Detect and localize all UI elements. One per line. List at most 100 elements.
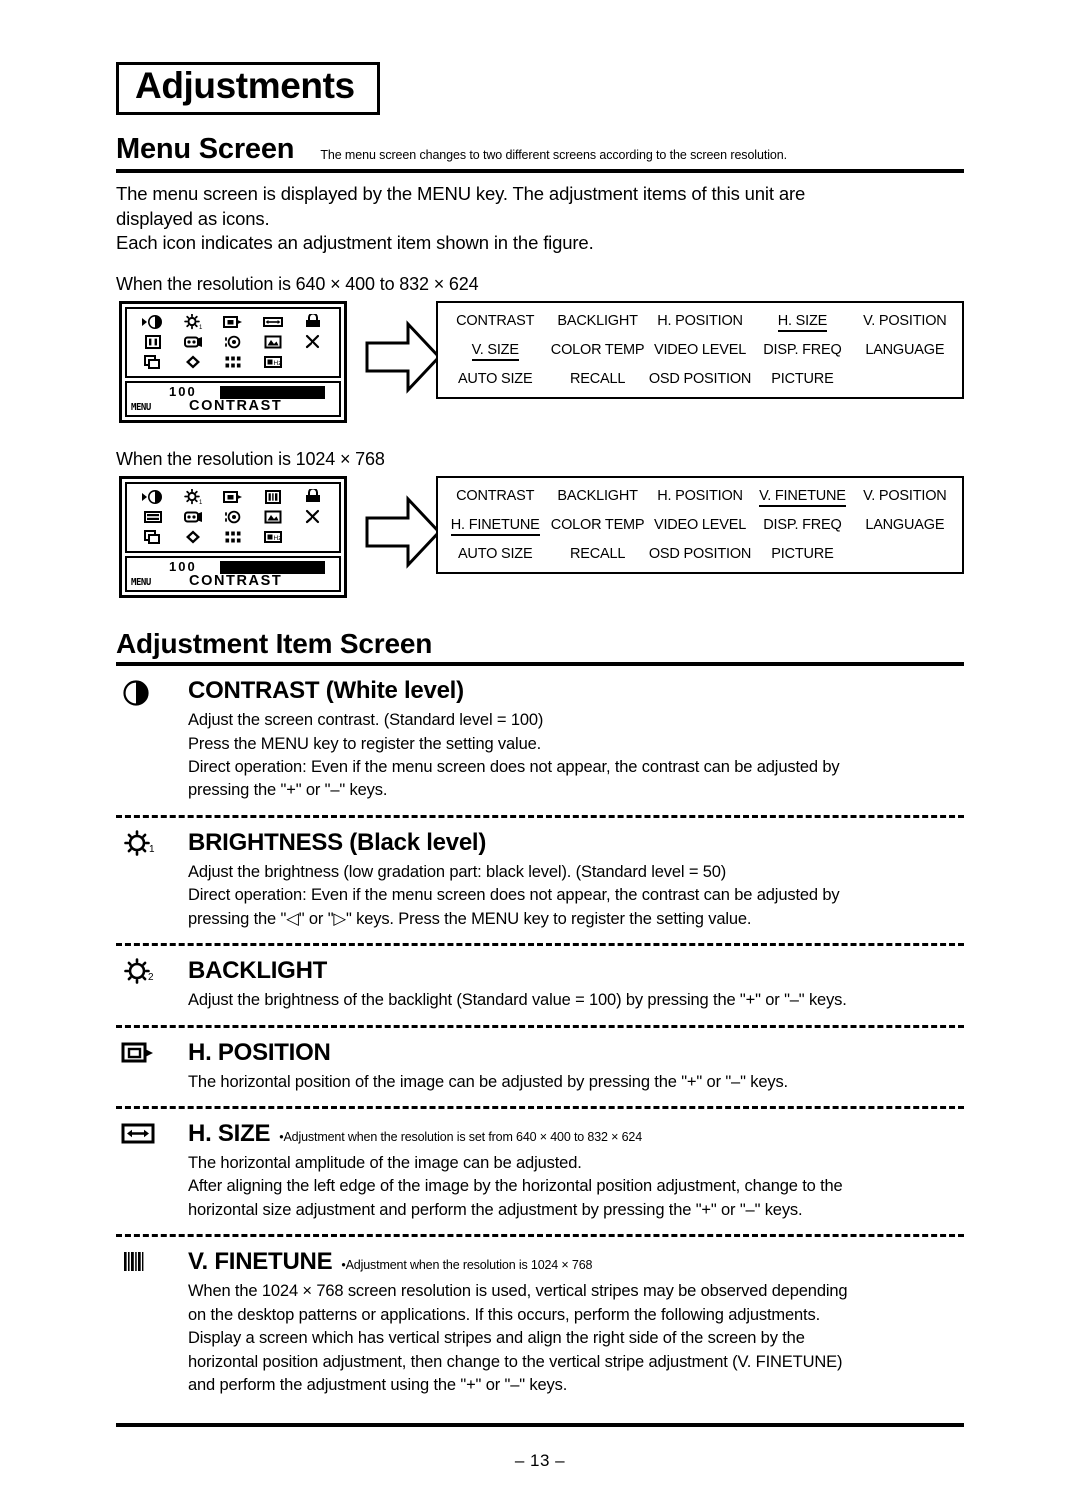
label-cell: CONTRAST [456, 488, 535, 505]
entry-body: Adjust the brightness (low gradation par… [188, 861, 964, 931]
label-cell: OSD POSITION [648, 546, 752, 563]
entry-body: The horizontal amplitude of the image ca… [188, 1152, 964, 1222]
labels-row: AUTO SIZE RECALL OSD POSITION PICTURE [444, 546, 956, 562]
footer-rule [116, 1423, 964, 1428]
label-cell: H. POSITION [657, 313, 743, 330]
page-title: Adjustments [135, 65, 355, 106]
adjustment-entry-backlight: 2 BACKLIGHT Adjust the brightness of the… [116, 957, 964, 1012]
entry-line: Display a screen which has vertical stri… [188, 1329, 805, 1348]
osd-disp-freq-icon: Hz [262, 529, 284, 545]
label-cell: CONTRAST [456, 313, 535, 330]
entry-line: horizontal size adjustment and perform t… [188, 1200, 803, 1219]
entry-note: •Adjustment when the resolution is 1024 … [341, 1258, 593, 1273]
entry-note: •Adjustment when the resolution is set f… [279, 1129, 643, 1144]
entry-line: on the desktop patterns or applications.… [188, 1305, 821, 1324]
svg-text:Hz: Hz [274, 360, 282, 367]
svg-text:1: 1 [149, 844, 155, 855]
entry-body: The horizontal position of the image can… [188, 1071, 964, 1094]
h-position-icon [120, 1040, 166, 1072]
svg-text:2: 2 [148, 972, 154, 983]
osd-panel-1: 1 Hz 100 MENU CONTRAST [119, 301, 347, 424]
osd-value-1: 100 [169, 384, 197, 400]
labels-row: H. FINETUNE COLOR TEMP VIDEO LEVEL DISP.… [444, 517, 956, 537]
entry-body: When the 1024 × 768 screen resolution is… [188, 1280, 964, 1397]
label-cell: PICTURE [771, 371, 834, 388]
labels-row: CONTRAST BACKLIGHT H. POSITION V. FINETU… [444, 488, 956, 508]
label-cell: BACKLIGHT [557, 313, 638, 330]
adjustment-item-screen-header: Adjustment Item Screen [116, 628, 964, 667]
osd-panel-2: 1 Hz 100 MENU CONTRAST [119, 476, 347, 599]
adjustment-entry-v-finetune: V. FINETUNE •Adjustment when the resolut… [116, 1248, 964, 1397]
label-cell: AUTO SIZE [457, 371, 533, 388]
entry-line: When the 1024 × 768 screen resolution is… [188, 1282, 848, 1301]
entry-title: CONTRAST (White level) [188, 677, 464, 705]
menu-screen-paragraph-3: Each icon indicates an adjustment item s… [116, 232, 594, 254]
label-cell: AUTO SIZE [457, 546, 533, 563]
osd-h-position-icon [222, 489, 244, 505]
v-finetune-stripes-icon [120, 1249, 166, 1281]
labels-row: CONTRAST BACKLIGHT H. POSITION H. SIZE V… [444, 313, 956, 333]
osd-video-level-icon [222, 509, 244, 525]
menu-screen-note: The menu screen changes to two different… [320, 147, 787, 162]
label-cell: V. POSITION [863, 313, 947, 330]
osd-color-temp-icon [182, 334, 204, 350]
entry-line: pressing the "+" or "–" keys. [188, 781, 388, 800]
section-divider [116, 1024, 964, 1028]
label-cell: H. POSITION [657, 488, 743, 505]
entry-title: H. SIZE [188, 1119, 271, 1147]
menu-screen-paragraph-1: The menu screen is displayed by the MENU… [116, 182, 806, 204]
svg-text:1: 1 [199, 500, 203, 505]
entry-line: Direct operation: Even if the menu scree… [188, 886, 840, 905]
osd-color-temp-icon [182, 509, 204, 525]
label-cell: DISP. FREQ [763, 342, 842, 359]
diagram-1: 1 Hz 100 MENU CONTRAST CONTRAST BACKLIGH… [116, 301, 964, 431]
section-divider [116, 1234, 964, 1238]
osd-picture-icon [262, 509, 284, 525]
osd-menu-key-2: MENU [131, 577, 151, 589]
entry-line: The horizontal position of the image can… [188, 1072, 788, 1091]
osd-item-label-2: CONTRAST [189, 573, 283, 590]
entry-line: Direct operation: Even if the menu scree… [188, 758, 840, 777]
diagram-1-caption: When the resolution is 640 × 400 to 832 … [116, 274, 479, 295]
label-cell: RECALL [570, 546, 626, 563]
entry-body: Adjust the screen contrast. (Standard le… [188, 709, 964, 803]
osd-value-2: 100 [169, 559, 197, 575]
labels-row: V. SIZE COLOR TEMP VIDEO LEVEL DISP. FRE… [444, 342, 956, 362]
svg-text:1: 1 [199, 325, 203, 330]
label-cell: V. POSITION [863, 488, 947, 505]
menu-screen-heading: Menu Screen [116, 132, 295, 165]
adjustment-entry-h-size: H. SIZE •Adjustment when the resolution … [116, 1120, 964, 1222]
labels-row: AUTO SIZE RECALL OSD POSITION PICTURE [444, 371, 956, 387]
entry-title: BRIGHTNESS (Black level) [188, 828, 487, 856]
osd-language-icon [302, 334, 324, 350]
section-divider [116, 1105, 964, 1109]
page-content: Adjustments Menu Screen The menu screen … [116, 62, 964, 1471]
label-cell: OSD POSITION [648, 371, 752, 388]
osd-v-size-icon [142, 334, 164, 350]
adjustment-entry-h-position: H. POSITION The horizontal position of t… [116, 1039, 964, 1094]
osd-menu-key-1: MENU [131, 402, 151, 414]
osd-h-size-icon [262, 314, 284, 330]
label-cell: COLOR TEMP [550, 517, 645, 534]
osd-h-position-icon [222, 314, 244, 330]
h-size-arrow-icon [120, 1121, 166, 1153]
section-divider [116, 814, 964, 818]
label-cell: LANGUAGE [865, 342, 945, 359]
menu-screen-paragraph-2: displayed as icons. [116, 207, 270, 229]
adjustment-item-screen-heading: Adjustment Item Screen [116, 628, 433, 660]
label-cell: DISP. FREQ [763, 517, 842, 534]
section-divider [116, 943, 964, 947]
brightness-sun-2-icon: 2 [120, 958, 166, 990]
diagram-2: 1 Hz 100 MENU CONTRAST CONTRAST BACKLIGH… [116, 476, 964, 606]
label-cell: COLOR TEMP [550, 342, 645, 359]
label-cell: BACKLIGHT [557, 488, 638, 505]
osd-item-label-1: CONTRAST [189, 398, 283, 415]
entry-line: The horizontal amplitude of the image ca… [188, 1153, 582, 1172]
diagram-2-arrow-icon [364, 490, 442, 574]
entry-body: Adjust the brightness of the backlight (… [188, 989, 964, 1012]
label-cell-highlighted: V. FINETUNE [751, 488, 853, 508]
entry-title: V. FINETUNE [188, 1248, 333, 1276]
osd-value-bar-2: 100 MENU CONTRAST [125, 556, 341, 593]
diagram-1-arrow-icon [364, 315, 442, 399]
menu-screen-section-header: Menu Screen The menu screen changes to t… [116, 133, 964, 173]
